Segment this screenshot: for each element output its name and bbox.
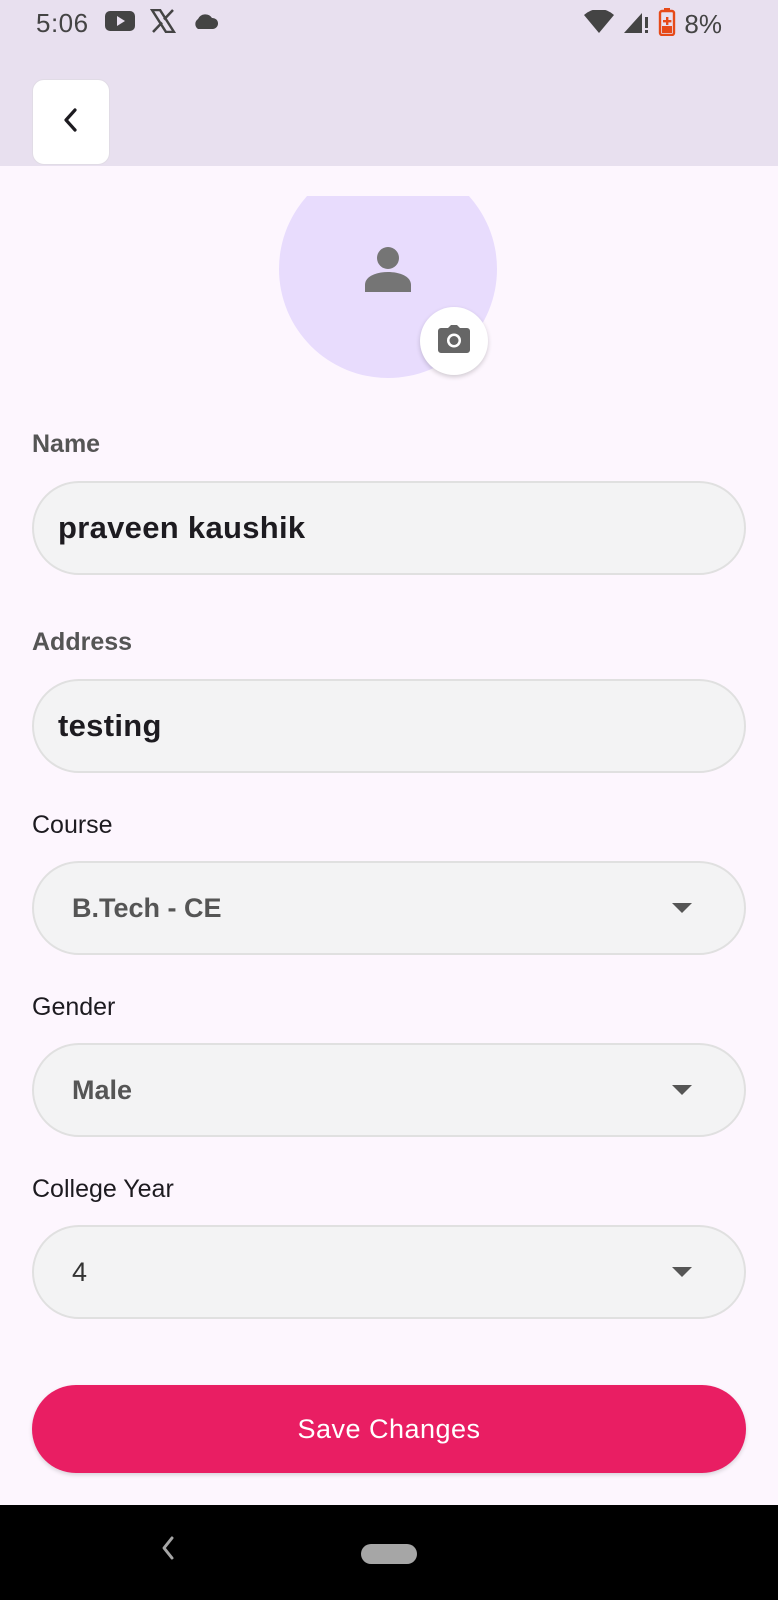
x-logo-icon [149, 8, 177, 38]
camera-icon [438, 324, 470, 358]
battery-low-icon [658, 8, 676, 41]
course-label: Course [32, 811, 113, 839]
youtube-icon [104, 9, 136, 38]
gender-label: Gender [32, 993, 116, 1021]
address-value: testing [58, 708, 162, 743]
nav-back-icon[interactable] [160, 1535, 176, 1566]
address-label: Address [32, 628, 133, 656]
name-label: Name [32, 430, 101, 458]
name-field[interactable]: praveen kaushik [32, 481, 746, 575]
person-icon [363, 244, 413, 299]
status-time: 5:06 [36, 8, 89, 38]
system-status-icons: 8% [584, 8, 722, 41]
chevron-left-icon [61, 107, 81, 138]
college-year-label: College Year [32, 1175, 174, 1203]
gender-dropdown[interactable]: Male [32, 1043, 746, 1137]
notification-icons [104, 8, 220, 38]
cloud-icon [190, 10, 220, 37]
college-year-dropdown[interactable]: 4 [32, 1225, 746, 1319]
college-year-selected-value: 4 [72, 1257, 88, 1287]
back-button[interactable] [32, 79, 110, 165]
course-selected-value: B.Tech - CE [72, 893, 222, 923]
dropdown-arrow-icon [672, 1267, 692, 1277]
dropdown-arrow-icon [672, 903, 692, 913]
battery-percentage: 8% [684, 9, 722, 39]
dropdown-arrow-icon [672, 1085, 692, 1095]
save-changes-button[interactable]: Save Changes [32, 1385, 746, 1473]
course-dropdown[interactable]: B.Tech - CE [32, 861, 746, 955]
app-bar: 5:06 8% [0, 0, 778, 166]
system-navigation-bar [0, 1505, 778, 1600]
change-photo-button[interactable] [420, 307, 488, 375]
wifi-icon [584, 9, 615, 39]
name-value: praveen kaushik [58, 510, 306, 545]
nav-home-pill[interactable] [361, 1544, 417, 1564]
signal-icon [622, 9, 650, 40]
gender-selected-value: Male [72, 1075, 133, 1105]
address-field[interactable]: testing [32, 679, 746, 773]
